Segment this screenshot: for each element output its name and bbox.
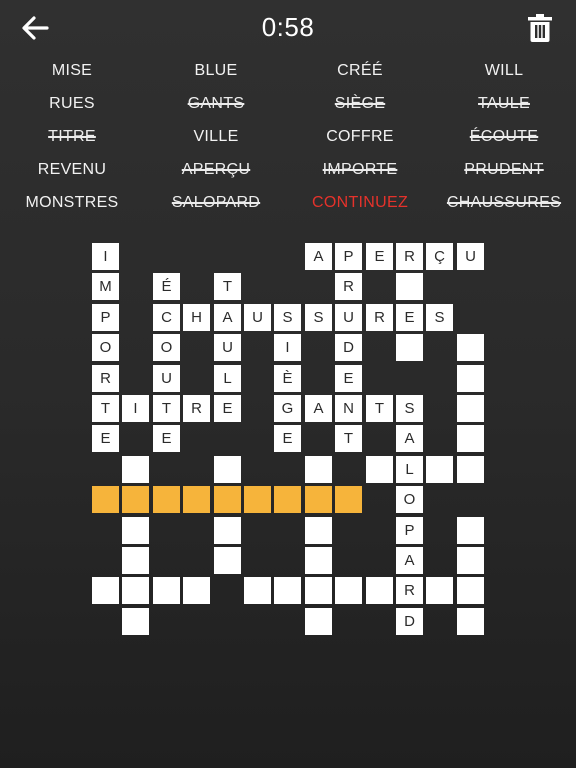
grid-cell[interactable] — [457, 547, 484, 574]
grid-cell[interactable]: R — [335, 273, 362, 300]
grid-cell[interactable] — [153, 577, 180, 604]
grid-cell[interactable] — [457, 395, 484, 422]
grid-cell[interactable] — [305, 456, 332, 483]
grid-cell-selected[interactable] — [244, 486, 271, 513]
grid-cell[interactable] — [457, 456, 484, 483]
grid-cell[interactable] — [214, 547, 241, 574]
grid-cell[interactable]: U — [457, 243, 484, 270]
grid-cell[interactable]: T — [335, 425, 362, 452]
grid-cell-selected[interactable] — [214, 486, 241, 513]
grid-cell[interactable]: A — [396, 547, 423, 574]
grid-cell[interactable]: E — [396, 304, 423, 331]
grid-cell[interactable] — [274, 577, 301, 604]
grid-cell[interactable]: H — [183, 304, 210, 331]
grid-cell[interactable] — [457, 365, 484, 392]
grid-cell[interactable]: I — [92, 243, 119, 270]
grid-cell[interactable]: A — [214, 304, 241, 331]
grid-cell-selected[interactable] — [92, 486, 119, 513]
grid-cell-selected[interactable] — [122, 486, 149, 513]
grid-cell[interactable] — [122, 608, 149, 635]
grid-cell[interactable]: E — [153, 425, 180, 452]
grid-cell[interactable]: M — [92, 273, 119, 300]
grid-cell[interactable] — [305, 608, 332, 635]
grid-cell[interactable]: A — [305, 243, 332, 270]
grid-cell[interactable] — [122, 547, 149, 574]
grid-cell[interactable]: P — [335, 243, 362, 270]
grid-cell[interactable] — [214, 517, 241, 544]
grid-cell[interactable]: N — [335, 395, 362, 422]
grid-cell-selected[interactable] — [305, 486, 332, 513]
grid-cell[interactable]: P — [396, 517, 423, 544]
grid-cell[interactable] — [244, 577, 271, 604]
grid-cell[interactable] — [457, 517, 484, 544]
grid-cell[interactable]: L — [214, 365, 241, 392]
grid-cell[interactable] — [366, 456, 393, 483]
grid-cell[interactable] — [183, 577, 210, 604]
grid-cell[interactable]: S — [426, 304, 453, 331]
grid-cell[interactable] — [396, 273, 423, 300]
grid-cell[interactable] — [396, 334, 423, 361]
grid-cell[interactable]: D — [396, 608, 423, 635]
grid-cell[interactable] — [305, 517, 332, 544]
grid-cell[interactable] — [426, 456, 453, 483]
grid-cell[interactable]: E — [274, 425, 301, 452]
grid-cell[interactable]: P — [92, 304, 119, 331]
grid-cell[interactable] — [366, 577, 393, 604]
grid-cell[interactable]: R — [396, 577, 423, 604]
grid-cell[interactable] — [122, 456, 149, 483]
grid-cell[interactable]: T — [92, 395, 119, 422]
grid-cell[interactable]: L — [396, 456, 423, 483]
grid-cell[interactable]: È — [274, 365, 301, 392]
grid-cell[interactable] — [305, 547, 332, 574]
grid-cell[interactable] — [122, 577, 149, 604]
grid-cell[interactable]: A — [396, 425, 423, 452]
grid-cell[interactable]: T — [366, 395, 393, 422]
grid-cell[interactable]: E — [214, 395, 241, 422]
grid-cell[interactable]: A — [305, 395, 332, 422]
grid-cell[interactable] — [214, 456, 241, 483]
grid-cell-selected[interactable] — [153, 486, 180, 513]
grid-cell-selected[interactable] — [335, 486, 362, 513]
grid-cell[interactable] — [457, 577, 484, 604]
grid-cell[interactable]: U — [244, 304, 271, 331]
grid-cell[interactable] — [335, 577, 362, 604]
grid-cell[interactable]: E — [92, 425, 119, 452]
grid-cell[interactable]: C — [153, 304, 180, 331]
grid-cell-selected[interactable] — [274, 486, 301, 513]
grid-cell[interactable]: T — [153, 395, 180, 422]
grid-cell[interactable]: D — [335, 334, 362, 361]
grid-cell[interactable]: I — [122, 395, 149, 422]
grid-cell[interactable]: G — [274, 395, 301, 422]
grid-cell[interactable]: S — [274, 304, 301, 331]
grid-cell[interactable]: E — [366, 243, 393, 270]
grid-cell[interactable] — [457, 334, 484, 361]
grid-cell[interactable]: O — [153, 334, 180, 361]
grid-cell[interactable]: R — [183, 395, 210, 422]
grid-cell[interactable] — [457, 608, 484, 635]
grid-cell[interactable] — [305, 577, 332, 604]
grid-cell[interactable]: R — [366, 304, 393, 331]
grid-cell[interactable]: U — [153, 365, 180, 392]
grid-cell[interactable]: U — [335, 304, 362, 331]
grid-cell[interactable] — [426, 577, 453, 604]
grid-cell[interactable]: O — [396, 486, 423, 513]
grid-cell[interactable]: R — [396, 243, 423, 270]
crossword-grid: IAPERÇUMÉTRPCHAUSSURESOOUIDRULÈETITREGAN… — [0, 0, 576, 768]
grid-cell[interactable]: T — [214, 273, 241, 300]
grid-cell[interactable]: Ç — [426, 243, 453, 270]
grid-cell[interactable]: O — [92, 334, 119, 361]
grid-cell[interactable] — [122, 517, 149, 544]
grid-cell[interactable]: R — [92, 365, 119, 392]
grid-cell-selected[interactable] — [183, 486, 210, 513]
grid-cell[interactable]: É — [153, 273, 180, 300]
grid-cell[interactable] — [92, 577, 119, 604]
grid-cell[interactable]: S — [305, 304, 332, 331]
grid-cell[interactable]: E — [335, 365, 362, 392]
grid-cell[interactable] — [457, 425, 484, 452]
grid-cell[interactable]: I — [274, 334, 301, 361]
grid-cell[interactable]: U — [214, 334, 241, 361]
grid-cell[interactable]: S — [396, 395, 423, 422]
